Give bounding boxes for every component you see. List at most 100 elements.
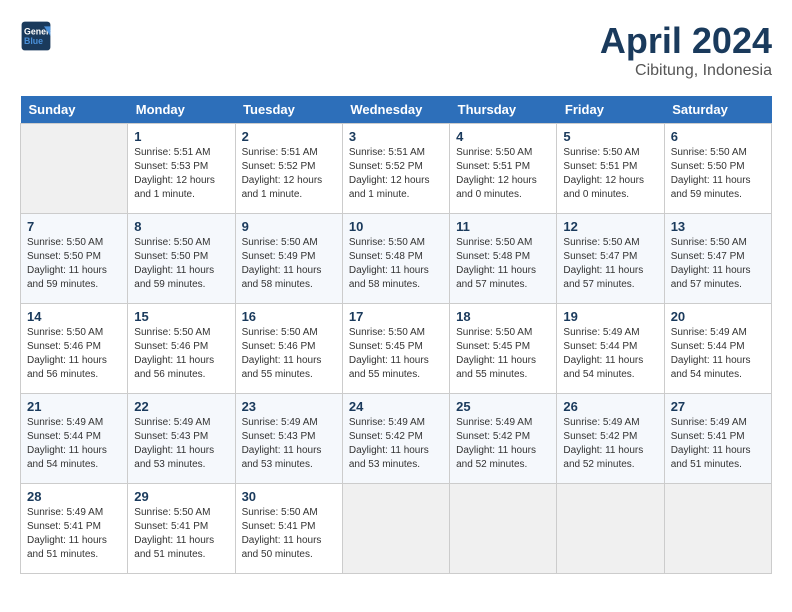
calendar-cell [664, 484, 771, 574]
day-number: 12 [563, 219, 657, 234]
day-number: 3 [349, 129, 443, 144]
calendar-cell: 4 Sunrise: 5:50 AM Sunset: 5:51 PM Daylig… [450, 124, 557, 214]
day-info: Sunrise: 5:50 AM Sunset: 5:48 PM Dayligh… [349, 236, 443, 292]
day-number: 26 [563, 399, 657, 414]
day-number: 18 [456, 309, 550, 324]
day-info: Sunrise: 5:50 AM Sunset: 5:51 PM Dayligh… [456, 146, 550, 202]
day-number: 14 [27, 309, 121, 324]
calendar-week-5: 28Sunrise: 5:49 AM Sunset: 5:41 PM Dayli… [21, 484, 772, 574]
day-number: 4 [456, 129, 550, 144]
day-info: Sunrise: 5:51 AM Sunset: 5:52 PM Dayligh… [349, 146, 443, 202]
calendar-cell [342, 484, 449, 574]
day-info: Sunrise: 5:51 AM Sunset: 5:53 PM Dayligh… [134, 146, 228, 202]
day-info: Sunrise: 5:50 AM Sunset: 5:46 PM Dayligh… [27, 326, 121, 382]
calendar-cell: 20 Sunrise: 5:49 AM Sunset: 5:44 PM Dayli… [664, 304, 771, 394]
calendar-cell: 23 Sunrise: 5:49 AM Sunset: 5:43 PM Dayli… [235, 394, 342, 484]
day-number: 22 [134, 399, 228, 414]
day-info: Sunrise: 5:49 AM Sunset: 5:42 PM Dayligh… [563, 416, 657, 472]
day-info: Sunrise: 5:50 AM Sunset: 5:48 PM Dayligh… [456, 236, 550, 292]
calendar-cell: 21Sunrise: 5:49 AM Sunset: 5:44 PM Dayli… [21, 394, 128, 484]
day-info: Sunrise: 5:50 AM Sunset: 5:47 PM Dayligh… [563, 236, 657, 292]
calendar-cell: 10 Sunrise: 5:50 AM Sunset: 5:48 PM Dayli… [342, 214, 449, 304]
day-info: Sunrise: 5:50 AM Sunset: 5:50 PM Dayligh… [27, 236, 121, 292]
day-info: Sunrise: 5:50 AM Sunset: 5:41 PM Dayligh… [134, 506, 228, 562]
calendar-week-4: 21Sunrise: 5:49 AM Sunset: 5:44 PM Dayli… [21, 394, 772, 484]
day-number: 19 [563, 309, 657, 324]
day-number: 8 [134, 219, 228, 234]
day-number: 11 [456, 219, 550, 234]
calendar-header-row: SundayMondayTuesdayWednesdayThursdayFrid… [21, 96, 772, 124]
day-number: 29 [134, 489, 228, 504]
day-number: 7 [27, 219, 121, 234]
calendar-cell: 9Sunrise: 5:50 AM Sunset: 5:49 PM Daylig… [235, 214, 342, 304]
day-info: Sunrise: 5:49 AM Sunset: 5:44 PM Dayligh… [563, 326, 657, 382]
day-number: 2 [242, 129, 336, 144]
calendar-cell: 28Sunrise: 5:49 AM Sunset: 5:41 PM Dayli… [21, 484, 128, 574]
day-info: Sunrise: 5:51 AM Sunset: 5:52 PM Dayligh… [242, 146, 336, 202]
day-number: 20 [671, 309, 765, 324]
day-number: 13 [671, 219, 765, 234]
calendar-cell: 7 Sunrise: 5:50 AM Sunset: 5:50 PM Daylig… [21, 214, 128, 304]
location-title: Cibitung, Indonesia [600, 62, 772, 80]
day-number: 30 [242, 489, 336, 504]
day-number: 5 [563, 129, 657, 144]
calendar-cell: 1 Sunrise: 5:51 AM Sunset: 5:53 PM Daylig… [128, 124, 235, 214]
day-number: 25 [456, 399, 550, 414]
month-title: April 2024 [600, 20, 772, 62]
day-info: Sunrise: 5:49 AM Sunset: 5:44 PM Dayligh… [27, 416, 121, 472]
svg-text:Blue: Blue [24, 36, 43, 46]
calendar-cell: 18 Sunrise: 5:50 AM Sunset: 5:45 PM Dayli… [450, 304, 557, 394]
day-number: 27 [671, 399, 765, 414]
logo-icon: General Blue [20, 20, 52, 52]
calendar-cell: 8 Sunrise: 5:50 AM Sunset: 5:50 PM Daylig… [128, 214, 235, 304]
day-number: 17 [349, 309, 443, 324]
day-number: 10 [349, 219, 443, 234]
day-info: Sunrise: 5:49 AM Sunset: 5:44 PM Dayligh… [671, 326, 765, 382]
logo: General Blue [20, 20, 52, 52]
title-block: April 2024 Cibitung, Indonesia [600, 20, 772, 80]
calendar-cell: 22 Sunrise: 5:49 AM Sunset: 5:43 PM Dayli… [128, 394, 235, 484]
day-number: 23 [242, 399, 336, 414]
calendar-table: SundayMondayTuesdayWednesdayThursdayFrid… [20, 96, 772, 574]
col-header-monday: Monday [128, 96, 235, 124]
col-header-thursday: Thursday [450, 96, 557, 124]
day-info: Sunrise: 5:49 AM Sunset: 5:42 PM Dayligh… [349, 416, 443, 472]
day-info: Sunrise: 5:50 AM Sunset: 5:46 PM Dayligh… [242, 326, 336, 382]
day-number: 16 [242, 309, 336, 324]
calendar-cell: 29 Sunrise: 5:50 AM Sunset: 5:41 PM Dayli… [128, 484, 235, 574]
calendar-week-1: 1 Sunrise: 5:51 AM Sunset: 5:53 PM Daylig… [21, 124, 772, 214]
calendar-cell: 12 Sunrise: 5:50 AM Sunset: 5:47 PM Dayli… [557, 214, 664, 304]
day-number: 1 [134, 129, 228, 144]
col-header-friday: Friday [557, 96, 664, 124]
calendar-cell: 25Sunrise: 5:49 AM Sunset: 5:42 PM Dayli… [450, 394, 557, 484]
calendar-cell: 19 Sunrise: 5:49 AM Sunset: 5:44 PM Dayli… [557, 304, 664, 394]
page-header: General Blue April 2024 Cibitung, Indone… [20, 20, 772, 80]
calendar-cell: 14 Sunrise: 5:50 AM Sunset: 5:46 PM Dayli… [21, 304, 128, 394]
day-info: Sunrise: 5:50 AM Sunset: 5:47 PM Dayligh… [671, 236, 765, 292]
day-info: Sunrise: 5:50 AM Sunset: 5:50 PM Dayligh… [671, 146, 765, 202]
col-header-wednesday: Wednesday [342, 96, 449, 124]
day-info: Sunrise: 5:50 AM Sunset: 5:45 PM Dayligh… [456, 326, 550, 382]
day-info: Sunrise: 5:49 AM Sunset: 5:43 PM Dayligh… [134, 416, 228, 472]
calendar-cell: 6 Sunrise: 5:50 AM Sunset: 5:50 PM Daylig… [664, 124, 771, 214]
calendar-cell: 24Sunrise: 5:49 AM Sunset: 5:42 PM Dayli… [342, 394, 449, 484]
day-info: Sunrise: 5:49 AM Sunset: 5:41 PM Dayligh… [671, 416, 765, 472]
calendar-cell [21, 124, 128, 214]
day-info: Sunrise: 5:50 AM Sunset: 5:45 PM Dayligh… [349, 326, 443, 382]
col-header-saturday: Saturday [664, 96, 771, 124]
calendar-cell: 11 Sunrise: 5:50 AM Sunset: 5:48 PM Dayli… [450, 214, 557, 304]
day-info: Sunrise: 5:50 AM Sunset: 5:51 PM Dayligh… [563, 146, 657, 202]
day-info: Sunrise: 5:50 AM Sunset: 5:50 PM Dayligh… [134, 236, 228, 292]
calendar-cell [557, 484, 664, 574]
day-number: 6 [671, 129, 765, 144]
calendar-week-3: 14 Sunrise: 5:50 AM Sunset: 5:46 PM Dayli… [21, 304, 772, 394]
calendar-cell [450, 484, 557, 574]
calendar-cell: 17 Sunrise: 5:50 AM Sunset: 5:45 PM Dayli… [342, 304, 449, 394]
calendar-cell: 16 Sunrise: 5:50 AM Sunset: 5:46 PM Dayli… [235, 304, 342, 394]
calendar-week-2: 7 Sunrise: 5:50 AM Sunset: 5:50 PM Daylig… [21, 214, 772, 304]
day-info: Sunrise: 5:50 AM Sunset: 5:49 PM Dayligh… [242, 236, 336, 292]
day-number: 15 [134, 309, 228, 324]
day-info: Sunrise: 5:49 AM Sunset: 5:43 PM Dayligh… [242, 416, 336, 472]
day-info: Sunrise: 5:50 AM Sunset: 5:41 PM Dayligh… [242, 506, 336, 562]
calendar-cell: 15Sunrise: 5:50 AM Sunset: 5:46 PM Dayli… [128, 304, 235, 394]
